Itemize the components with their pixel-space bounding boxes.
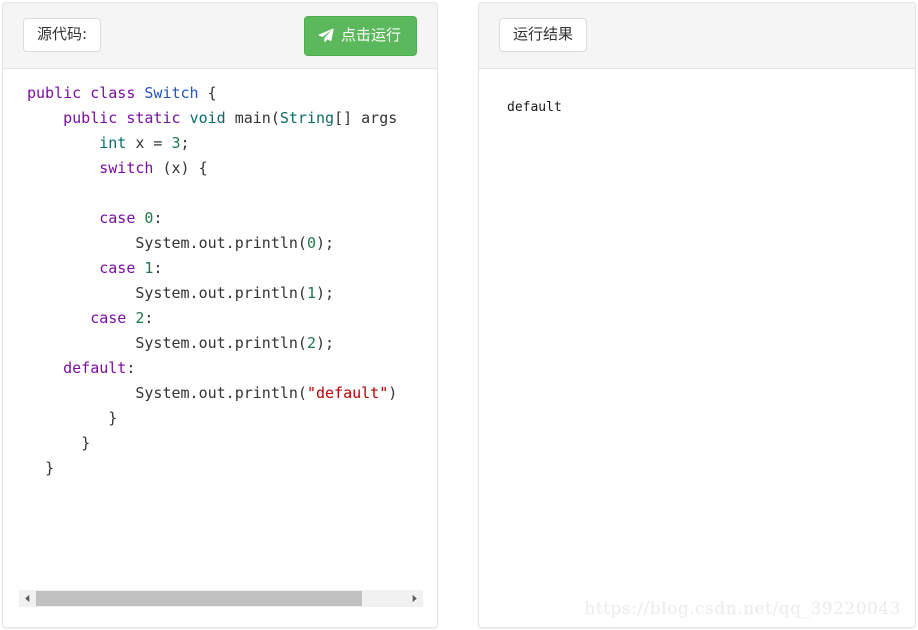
source-code-header: 源代码: 点击运行 [3,3,437,69]
code-token: } [45,459,55,477]
page-root: 源代码: 点击运行 public class Switch { public s… [0,0,918,630]
code-token: } [81,434,91,452]
triangle-right-icon[interactable] [406,590,423,607]
code-token: String [279,109,335,127]
code-token: System.out.println( [135,284,307,302]
code-token: case [90,309,127,327]
code-token: case [99,209,136,227]
code-token: ); [316,334,335,352]
triangle-left-icon[interactable] [19,590,36,607]
run-result-header: 运行结果 [479,3,915,69]
code-token: public [63,109,118,127]
code-token: System.out.println( [135,234,307,252]
code-editor-area[interactable]: public class Switch { public static void… [3,69,437,627]
run-button-label: 点击运行 [340,26,401,44]
code-token: 1 [306,284,316,302]
source-code-label: 源代码: [23,18,102,52]
run-button[interactable]: 点击运行 [303,16,417,56]
code-token: System.out.println( [135,334,307,352]
scrollbar-thumb[interactable] [36,591,362,606]
code-token: : [153,259,163,277]
code-token: static [126,109,181,127]
code-token: x = [126,134,172,152]
code-token: switch [99,159,154,177]
code-token: : [153,209,163,227]
code-token: 2 [306,334,316,352]
run-result-panel: 运行结果 default https://blog.csdn.net/qq_39… [478,2,916,628]
code-text: public class Switch { public static void… [3,81,437,481]
paper-plane-icon [318,27,335,44]
code-token: (x) { [153,159,208,177]
code-token: class [90,84,136,102]
code-token: : [144,309,154,327]
code-token: 0 [306,234,316,252]
run-result-output-area: default https://blog.csdn.net/qq_3922004… [479,69,915,627]
source-code-panel: 源代码: 点击运行 public class Switch { public s… [2,2,438,628]
run-result-output-text: default [507,100,562,115]
code-token: ; [180,134,190,152]
code-token: ); [316,234,335,252]
watermark-text: https://blog.csdn.net/qq_39220043 [584,599,901,619]
code-token: : [126,359,136,377]
code-horizontal-scrollbar[interactable] [19,590,423,607]
code-token: 3 [171,134,181,152]
code-token: ); [316,284,335,302]
code-token: default [63,359,127,377]
run-result-label: 运行结果 [499,18,588,52]
code-token: ) [388,384,398,402]
code-token: Switch [144,84,199,102]
code-token: [] args [334,109,398,127]
code-token: public [27,84,82,102]
code-token: { [198,84,217,102]
code-token: } [108,409,118,427]
code-token: System.out.println( [135,384,307,402]
code-token: int [99,134,127,152]
code-token: "default" [306,384,389,402]
code-token: void [189,109,226,127]
scrollbar-track[interactable] [36,590,406,607]
code-token: main( [225,109,280,127]
code-token: case [99,259,136,277]
